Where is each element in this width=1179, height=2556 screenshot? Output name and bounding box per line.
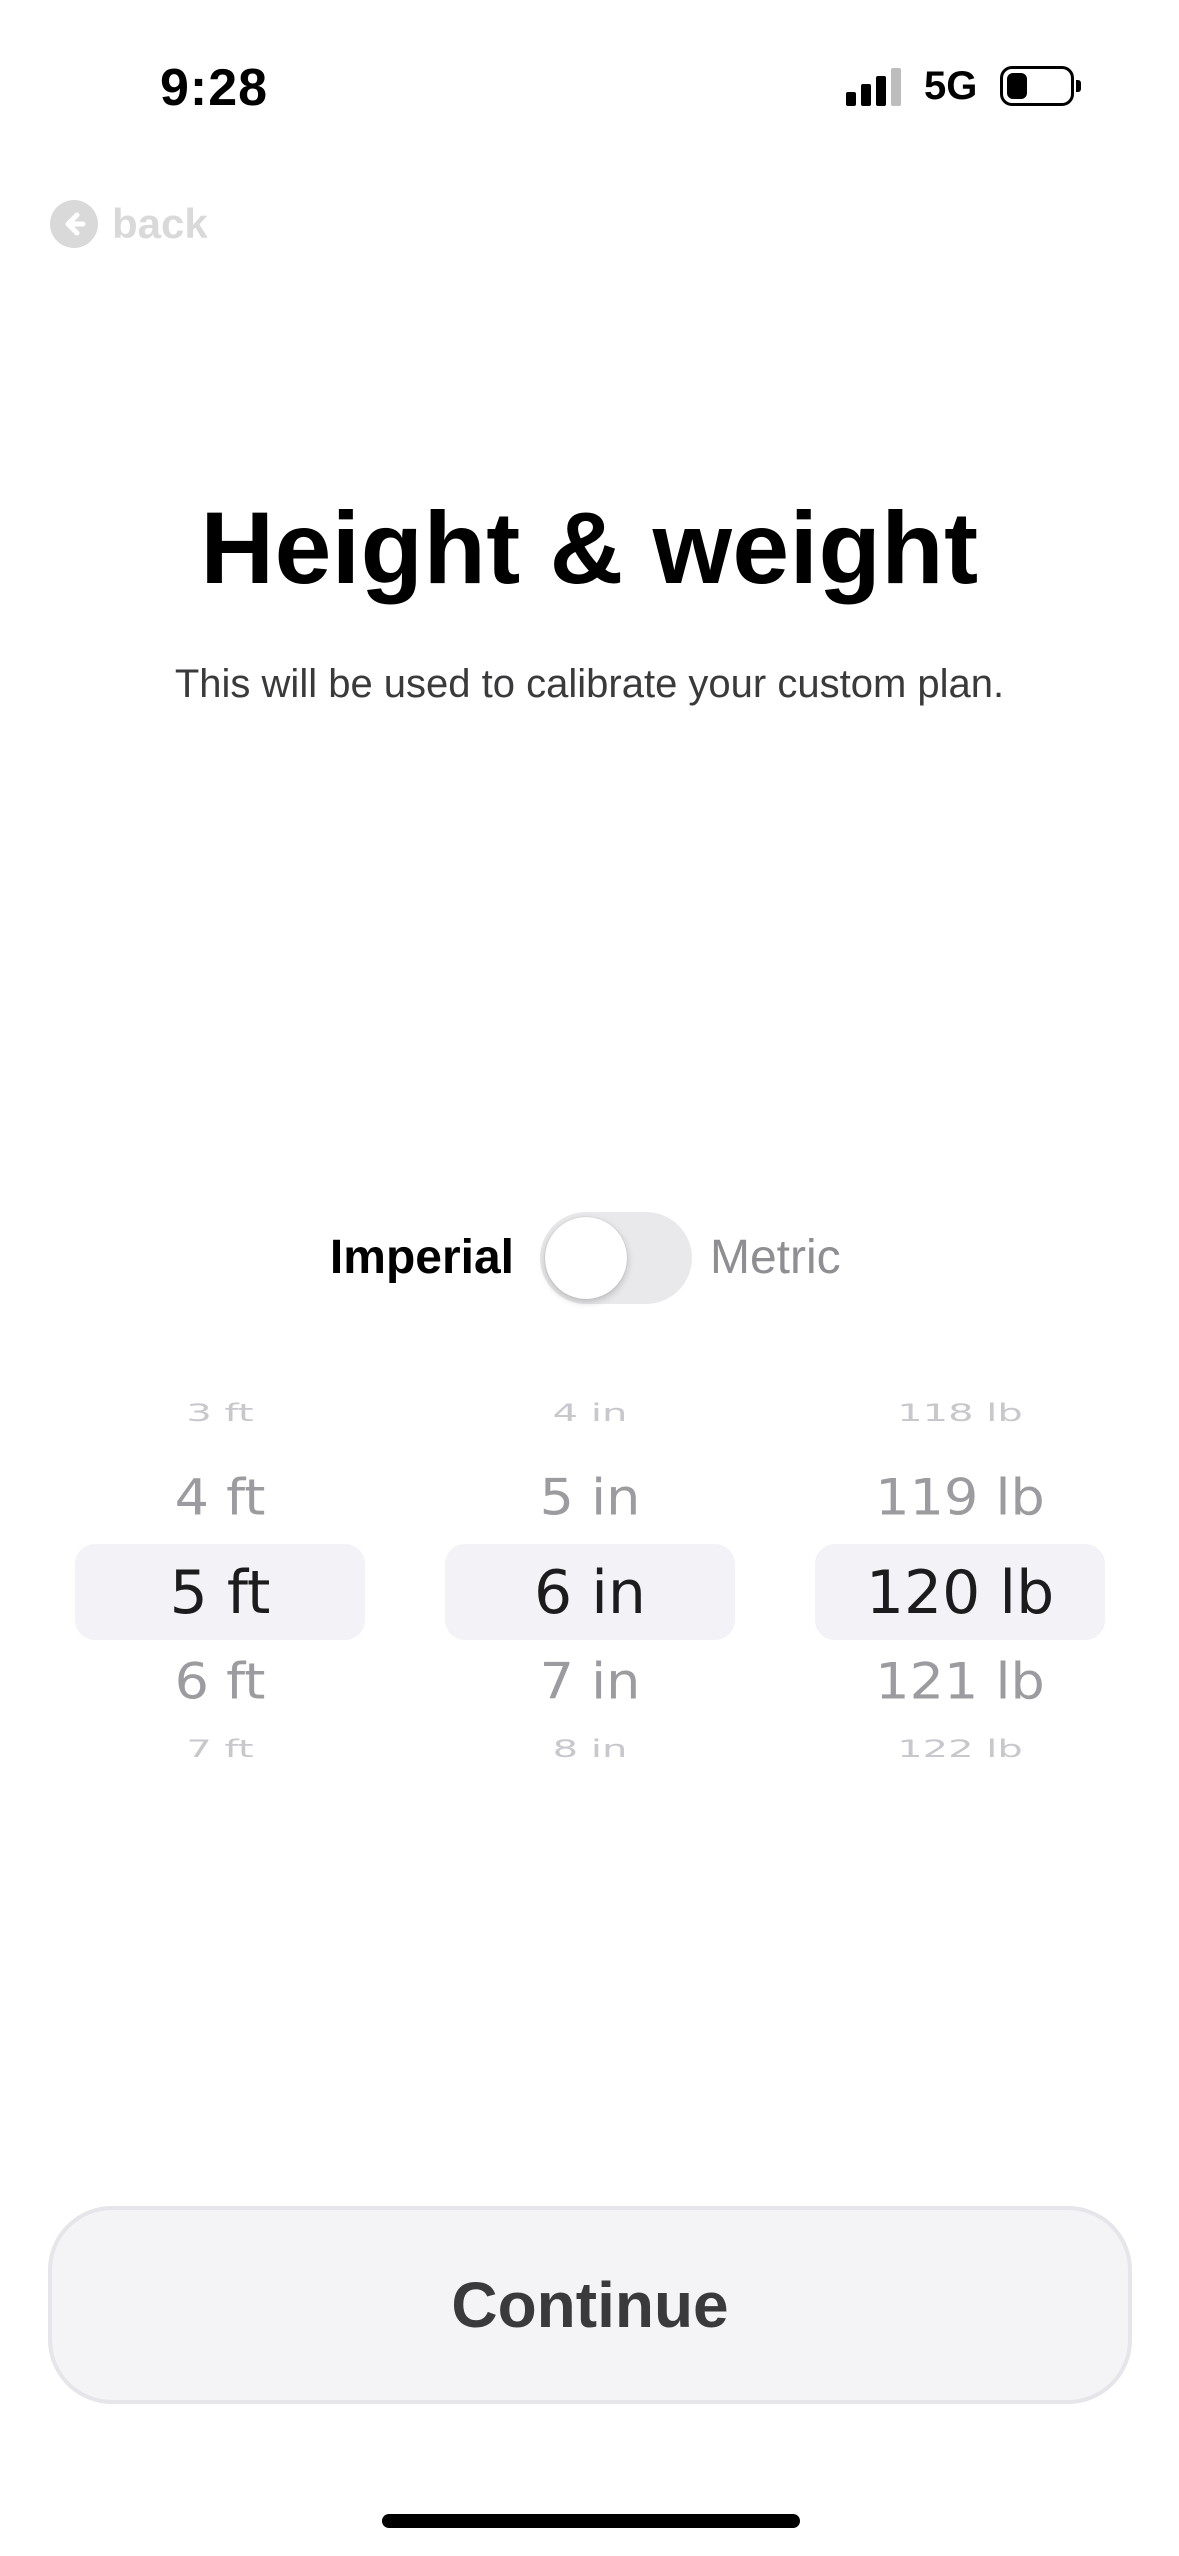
picker-option[interactable]: 4 in xyxy=(445,1400,735,1427)
unit-label-metric[interactable]: Metric xyxy=(710,1230,841,1285)
page-title: Height & weight xyxy=(200,491,979,605)
arrow-left-circle-icon xyxy=(50,200,98,248)
network-type-label: 5G xyxy=(924,64,978,108)
picker-option[interactable]: 7 in xyxy=(445,1653,735,1711)
inches-picker[interactable]: 4 in 5 in 6 in 7 in 8 in xyxy=(445,1400,735,1775)
back-button[interactable]: back xyxy=(50,200,208,248)
page-subtitle: This will be used to calibrate your cust… xyxy=(174,662,1005,706)
unit-label-imperial[interactable]: Imperial xyxy=(330,1230,514,1285)
picker-option-selected[interactable]: 5 ft xyxy=(75,1558,365,1628)
continue-button[interactable]: Continue xyxy=(48,2206,1132,2404)
picker-option[interactable]: 7 ft xyxy=(75,1735,365,1763)
weight-picker[interactable]: 118 lb 119 lb 120 lb 121 lb 122 lb xyxy=(815,1400,1105,1775)
picker-option[interactable]: 122 lb xyxy=(815,1735,1105,1763)
feet-picker[interactable]: 3 ft 4 ft 5 ft 6 ft 7 ft xyxy=(75,1400,365,1775)
picker-option[interactable]: 121 lb xyxy=(815,1653,1105,1711)
unit-toggle-switch[interactable] xyxy=(540,1212,692,1304)
home-indicator[interactable] xyxy=(382,2514,800,2528)
picker-option[interactable]: 4 ft xyxy=(75,1469,365,1527)
picker-option-selected[interactable]: 120 lb xyxy=(815,1558,1105,1628)
picker-option[interactable]: 119 lb xyxy=(815,1469,1105,1527)
picker-option[interactable]: 5 in xyxy=(445,1469,735,1527)
back-label: back xyxy=(112,200,208,247)
picker-option[interactable]: 6 ft xyxy=(75,1653,365,1711)
picker-option-selected[interactable]: 6 in xyxy=(445,1558,735,1628)
cellular-signal-icon xyxy=(846,68,906,106)
status-bar-time: 9:28 xyxy=(160,59,269,117)
battery-low-icon xyxy=(1000,66,1081,106)
picker-option[interactable]: 8 in xyxy=(445,1735,735,1763)
picker-option[interactable]: 118 lb xyxy=(815,1400,1105,1427)
toggle-knob xyxy=(545,1217,627,1299)
height-weight-pickers: 3 ft 4 ft 5 ft 6 ft 7 ft 4 in 5 in 6 in … xyxy=(0,1400,1179,1775)
picker-option[interactable]: 3 ft xyxy=(75,1400,365,1427)
unit-toggle-row: Imperial Metric xyxy=(0,1212,1179,1304)
